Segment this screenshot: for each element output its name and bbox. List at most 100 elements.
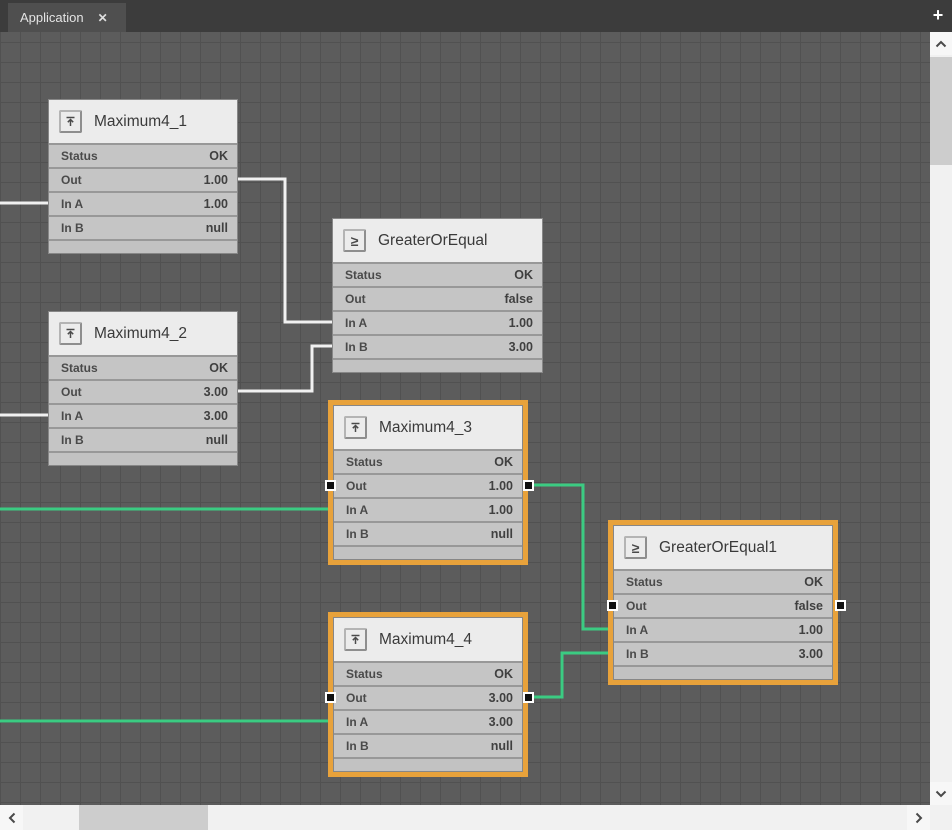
port-maximum4_4-out-right[interactable]	[523, 692, 534, 703]
row-value: OK	[494, 455, 513, 469]
maximum-icon	[59, 322, 82, 345]
row-label: In A	[346, 715, 368, 729]
tab-bar: Application ✕ +	[0, 0, 952, 32]
scrollbar-corner	[930, 805, 952, 830]
node-row-in-a[interactable]: In A 3.00	[334, 709, 522, 733]
node-row-out[interactable]: Out false	[333, 286, 542, 310]
scroll-up-button[interactable]	[930, 32, 952, 55]
row-value: 3.00	[489, 715, 513, 729]
node-greaterorequal[interactable]: ≥ GreaterOrEqual Status OK Out false In …	[332, 218, 543, 373]
node-row-in-a[interactable]: In A 3.00	[49, 403, 237, 427]
horizontal-scrollbar[interactable]	[0, 805, 930, 830]
row-value: 1.00	[489, 503, 513, 517]
row-label: Out	[345, 292, 366, 306]
vertical-scrollbar[interactable]	[930, 32, 952, 805]
port-maximum4_4-out-left[interactable]	[325, 692, 336, 703]
node-row-in-b[interactable]: In B 3.00	[333, 334, 542, 358]
row-value: false	[505, 292, 534, 306]
canvas-grid[interactable]: Maximum4_1 Status OK Out 1.00 In A 1.00 …	[0, 32, 930, 805]
port-maximum4_3-out-right[interactable]	[523, 480, 534, 491]
scroll-right-button[interactable]	[907, 805, 930, 830]
scroll-down-button[interactable]	[930, 782, 952, 805]
row-label: Out	[626, 599, 647, 613]
node-maximum4_1[interactable]: Maximum4_1 Status OK Out 1.00 In A 1.00 …	[48, 99, 238, 254]
node-maximum4_4[interactable]: Maximum4_4 Status OK Out 3.00 In A 3.00 …	[333, 617, 523, 772]
node-row-out[interactable]: Out 1.00	[334, 473, 522, 497]
node-maximum4_3[interactable]: Maximum4_3 Status OK Out 1.00 In A 1.00 …	[333, 405, 523, 560]
node-greaterorequal1[interactable]: ≥ GreaterOrEqual1 Status OK Out false In…	[613, 525, 833, 680]
vertical-scrollbar-thumb[interactable]	[930, 57, 952, 165]
wire-maximum4_1-to-greaterorequal-in-a[interactable]	[238, 179, 332, 322]
node-footer	[614, 665, 832, 679]
new-tab-button[interactable]: +	[928, 3, 948, 27]
wire-maximum4_3-to-greaterorequal1-in-a[interactable]	[528, 485, 613, 629]
row-value: null	[491, 739, 513, 753]
row-value: 3.00	[204, 385, 228, 399]
node-row-in-b[interactable]: In B null	[334, 521, 522, 545]
node-header: ≥ GreaterOrEqual	[333, 219, 542, 262]
node-footer	[49, 239, 237, 253]
row-value: null	[206, 221, 228, 235]
node-row-in-b[interactable]: In B null	[334, 733, 522, 757]
node-title: GreaterOrEqual1	[659, 539, 777, 557]
node-row-status[interactable]: Status OK	[614, 569, 832, 593]
row-value: 1.00	[489, 479, 513, 493]
node-footer	[334, 757, 522, 771]
wire-maximum4_2-to-greaterorequal-in-b[interactable]	[238, 346, 332, 391]
node-title: Maximum4_4	[379, 631, 472, 649]
node-row-in-a[interactable]: In A 1.00	[333, 310, 542, 334]
row-value: 1.00	[509, 316, 533, 330]
node-row-out[interactable]: Out 3.00	[334, 685, 522, 709]
node-row-status[interactable]: Status OK	[49, 143, 237, 167]
node-title: GreaterOrEqual	[378, 232, 487, 250]
node-row-in-b[interactable]: In B null	[49, 427, 237, 451]
row-value: null	[491, 527, 513, 541]
node-maximum4_2[interactable]: Maximum4_2 Status OK Out 3.00 In A 3.00 …	[48, 311, 238, 466]
node-header: Maximum4_2	[49, 312, 237, 355]
row-label: In B	[346, 527, 369, 541]
node-title: Maximum4_2	[94, 325, 187, 343]
node-row-status[interactable]: Status OK	[334, 449, 522, 473]
node-row-out[interactable]: Out 3.00	[49, 379, 237, 403]
node-row-out[interactable]: Out false	[614, 593, 832, 617]
chevron-down-icon	[935, 790, 947, 798]
tab-label: Application	[20, 10, 84, 25]
node-title: Maximum4_1	[94, 113, 187, 131]
node-title: Maximum4_3	[379, 419, 472, 437]
node-row-in-b[interactable]: In B 3.00	[614, 641, 832, 665]
row-label: In A	[626, 623, 648, 637]
tab-close-icon[interactable]: ✕	[98, 12, 108, 24]
node-row-in-a[interactable]: In A 1.00	[334, 497, 522, 521]
port-greaterorequal1-out-right[interactable]	[835, 600, 846, 611]
row-label: In B	[61, 433, 84, 447]
tab-application[interactable]: Application ✕	[8, 3, 126, 32]
row-value: OK	[514, 268, 533, 282]
row-label: In A	[346, 503, 368, 517]
node-footer	[49, 451, 237, 465]
row-value: OK	[209, 361, 228, 375]
chevron-right-icon	[915, 812, 923, 824]
row-value: 1.00	[204, 197, 228, 211]
row-label: Out	[61, 173, 82, 187]
port-greaterorequal1-out-left[interactable]	[607, 600, 618, 611]
node-row-out[interactable]: Out 1.00	[49, 167, 237, 191]
row-value: OK	[494, 667, 513, 681]
row-label: Out	[346, 691, 367, 705]
wire-maximum4_4-to-greaterorequal1-in-b[interactable]	[528, 653, 613, 697]
node-row-status[interactable]: Status OK	[334, 661, 522, 685]
node-row-status[interactable]: Status OK	[49, 355, 237, 379]
row-value: 3.00	[204, 409, 228, 423]
row-label: Status	[626, 575, 663, 589]
scroll-left-button[interactable]	[0, 805, 23, 830]
node-row-in-a[interactable]: In A 1.00	[49, 191, 237, 215]
row-label: Out	[346, 479, 367, 493]
row-value: null	[206, 433, 228, 447]
row-value: 3.00	[509, 340, 533, 354]
port-maximum4_3-out-left[interactable]	[325, 480, 336, 491]
maximum-icon	[344, 416, 367, 439]
node-row-in-b[interactable]: In B null	[49, 215, 237, 239]
node-row-in-a[interactable]: In A 1.00	[614, 617, 832, 641]
horizontal-scrollbar-thumb[interactable]	[79, 805, 208, 830]
node-row-status[interactable]: Status OK	[333, 262, 542, 286]
maximum-icon	[59, 110, 82, 133]
